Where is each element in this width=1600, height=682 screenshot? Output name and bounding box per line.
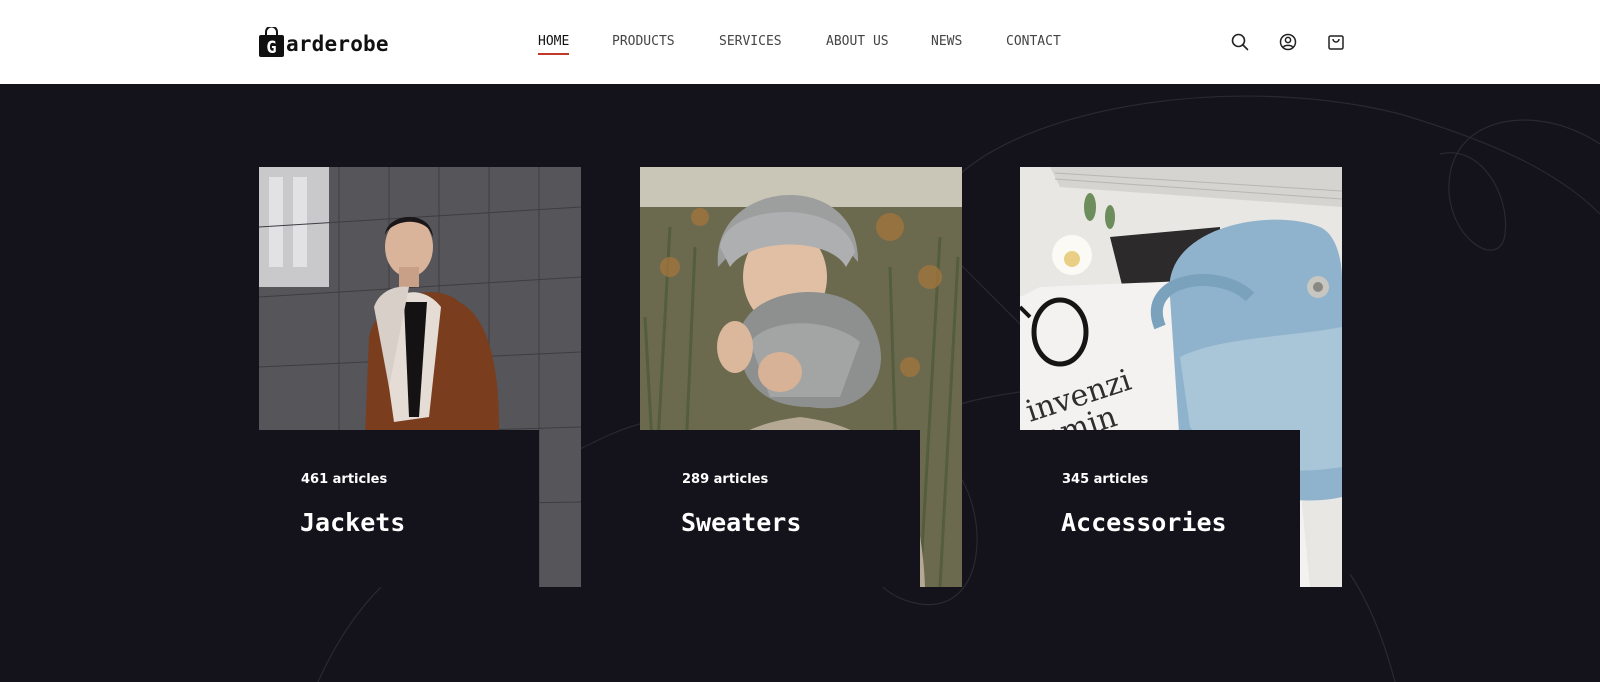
site-header: G arderobe HOME PRODUCTS SERVICES ABOUT … (0, 0, 1600, 84)
nav-about-us[interactable]: ABOUT US (826, 33, 889, 55)
nav-news[interactable]: NEWS (931, 33, 962, 55)
category-card-sweaters[interactable]: 289 articles Sweaters (640, 167, 962, 587)
category-title[interactable]: Sweaters (681, 508, 801, 537)
logo-letter: G (266, 38, 276, 57)
nav-products[interactable]: PRODUCTS (612, 33, 675, 55)
card-caption: 345 articles Accessories (1020, 430, 1300, 587)
search-icon[interactable] (1230, 32, 1250, 52)
category-title[interactable]: Jackets (300, 508, 405, 537)
card-caption: 461 articles Jackets (259, 430, 539, 587)
nav-services[interactable]: SERVICES (719, 33, 782, 55)
shopping-bag-icon[interactable] (1326, 32, 1346, 52)
category-card-jackets[interactable]: 461 articles Jackets (259, 167, 581, 587)
nav-contact[interactable]: CONTACT (1006, 33, 1061, 55)
shopping-bag-logo-icon: G (259, 27, 284, 57)
logo-text: arderobe (286, 32, 389, 56)
user-icon[interactable] (1278, 32, 1298, 52)
article-count: 289 articles (682, 472, 769, 487)
card-caption: 289 articles Sweaters (640, 430, 920, 587)
nav-home[interactable]: HOME (538, 33, 570, 55)
category-card-accessories[interactable]: invenzi ommin 345 articles Accessories (1020, 167, 1342, 587)
category-title[interactable]: Accessories (1061, 508, 1227, 537)
article-count: 345 articles (1062, 472, 1149, 487)
logo[interactable]: G arderobe (259, 26, 389, 58)
article-count: 461 articles (301, 472, 388, 487)
